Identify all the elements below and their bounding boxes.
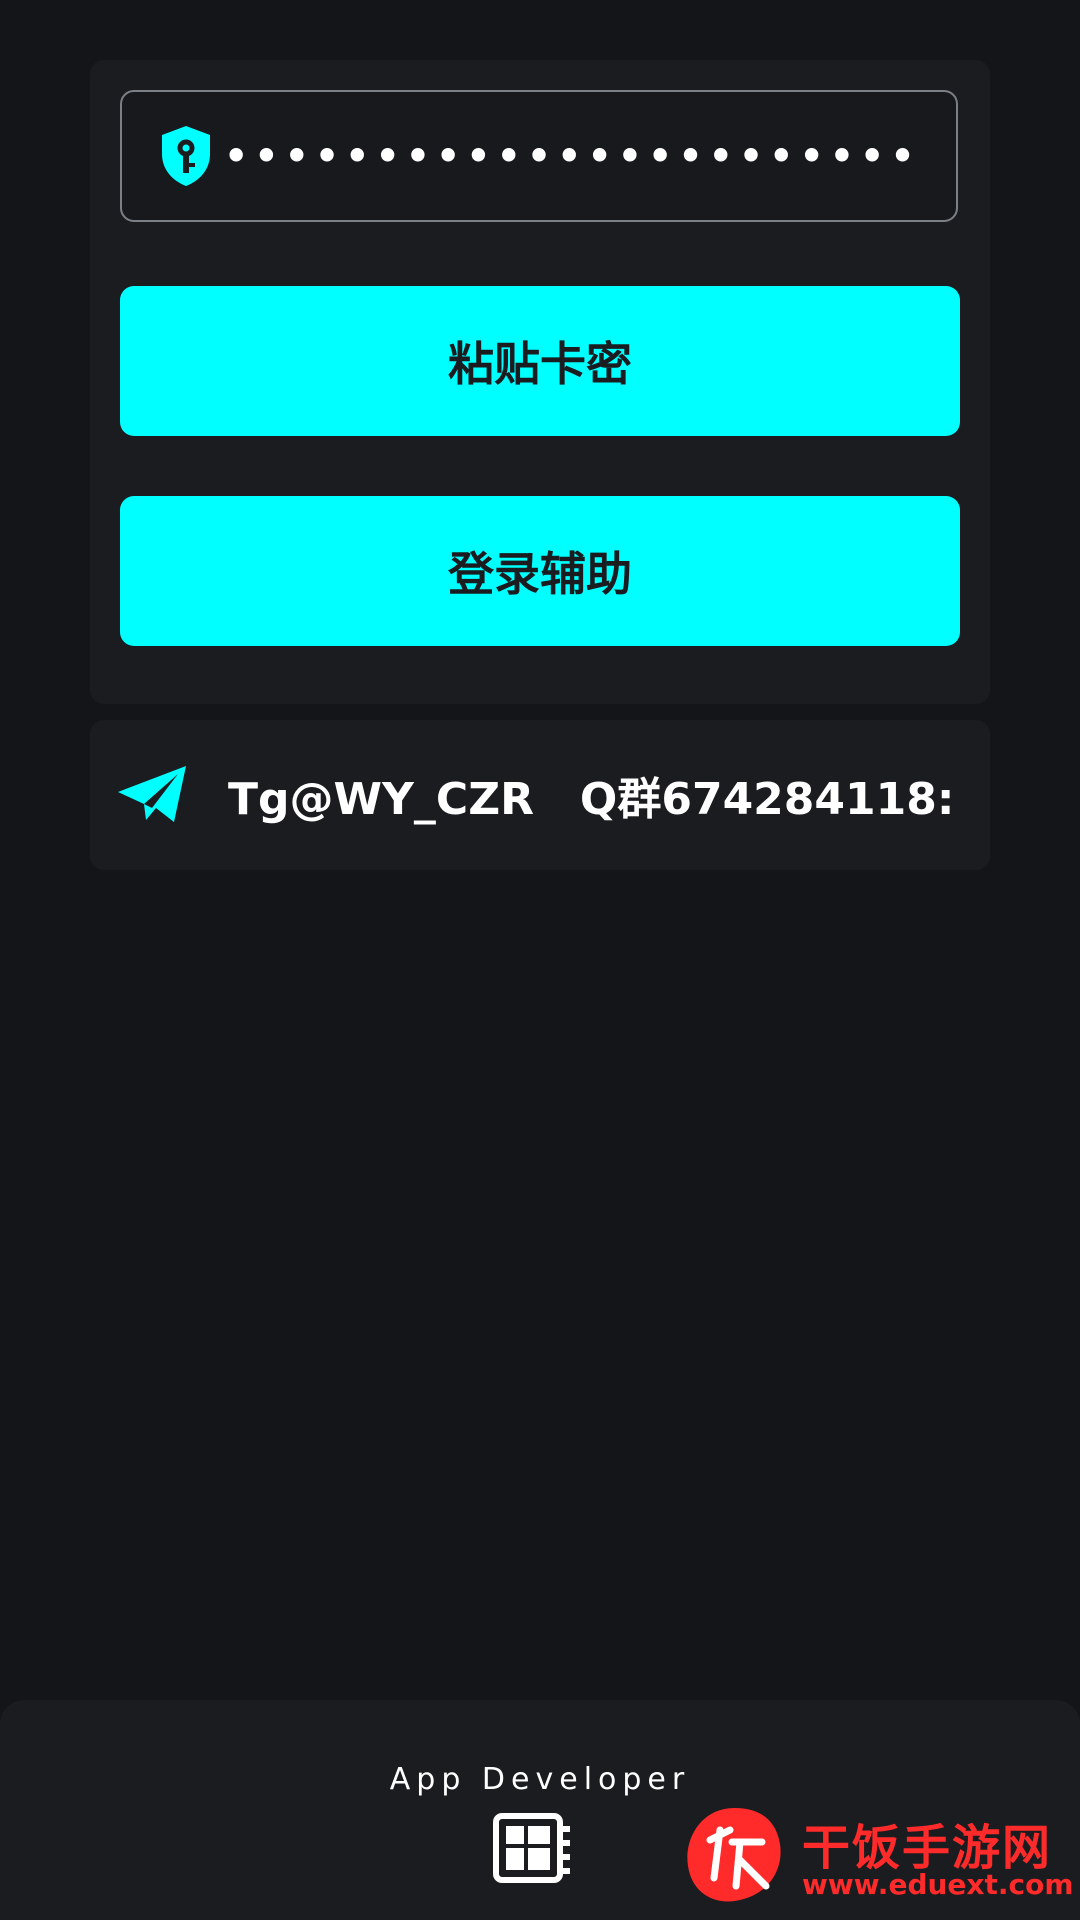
watermark-url: www.eduext.com [802,1868,1074,1901]
card-key-input[interactable]: ••••••••••••••••••••••• [120,90,958,222]
developer-label: App Developer [389,1762,691,1797]
login-button[interactable]: 登录辅助 [120,496,960,646]
contact-card: Tg@WY_CZR Q群674284118: [90,720,990,870]
card-key-value: ••••••••••••••••••••••• [224,134,921,178]
contact-info-text: Tg@WY_CZR Q群674284118: [228,774,955,825]
login-card: ••••••••••••••••••••••• 粘贴卡密 登录辅助 [90,60,990,704]
shield-key-icon [158,124,214,188]
telegram-icon [118,766,186,822]
app-screen: ••••••••••••••••••••••• 粘贴卡密 登录辅助 Tg@WY_… [0,0,1080,1920]
paste-card-key-button[interactable]: 粘贴卡密 [120,286,960,436]
watermark-logo-icon [687,1808,781,1902]
watermark: 干饭手游网 www.eduext.com [680,1800,1074,1910]
chip-icon[interactable] [492,1812,572,1884]
